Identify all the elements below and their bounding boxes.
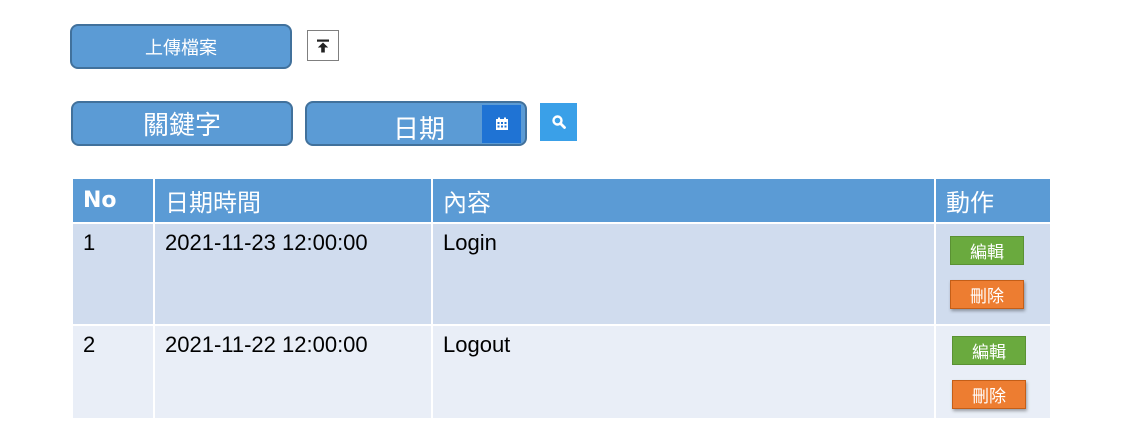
cell-datetime: 2021-11-22 12:00:00 <box>153 324 433 420</box>
keyword-field[interactable]: 關鍵字 <box>71 101 293 146</box>
cell-content: Logout <box>431 324 936 420</box>
search-button[interactable] <box>540 103 577 141</box>
upload-file-button[interactable]: 上傳檔案 <box>70 24 292 69</box>
edit-button[interactable]: 編輯 <box>950 236 1024 265</box>
search-icon <box>551 115 566 129</box>
records-table: No 日期時間 內容 動作 1 2021-11-23 12:00:00 Logi… <box>71 177 1052 420</box>
keyword-label: 關鍵字 <box>142 111 221 141</box>
delete-button[interactable]: 刪除 <box>952 380 1026 409</box>
header-no: No <box>71 177 155 224</box>
edit-button[interactable]: 編輯 <box>952 336 1026 365</box>
calendar-icon[interactable] <box>482 105 521 143</box>
upload-icon[interactable] <box>307 30 339 61</box>
cell-action: 編輯 刪除 <box>934 222 1052 326</box>
cell-content: Login <box>431 222 936 326</box>
cell-no: 2 <box>71 324 155 420</box>
table-row: 1 2021-11-23 12:00:00 Login 編輯 刪除 <box>71 222 1052 326</box>
header-content: 內容 <box>431 177 936 224</box>
table-header-row: No 日期時間 內容 動作 <box>71 177 1052 224</box>
table-row: 2 2021-11-22 12:00:00 Logout 編輯 刪除 <box>71 324 1052 420</box>
header-action: 動作 <box>934 177 1052 224</box>
upload-file-label: 上傳檔案 <box>145 37 217 59</box>
cell-action: 編輯 刪除 <box>934 324 1052 420</box>
cell-datetime: 2021-11-23 12:00:00 <box>153 222 433 326</box>
cell-no: 1 <box>71 222 155 326</box>
delete-button[interactable]: 刪除 <box>950 280 1024 309</box>
header-datetime: 日期時間 <box>153 177 433 224</box>
